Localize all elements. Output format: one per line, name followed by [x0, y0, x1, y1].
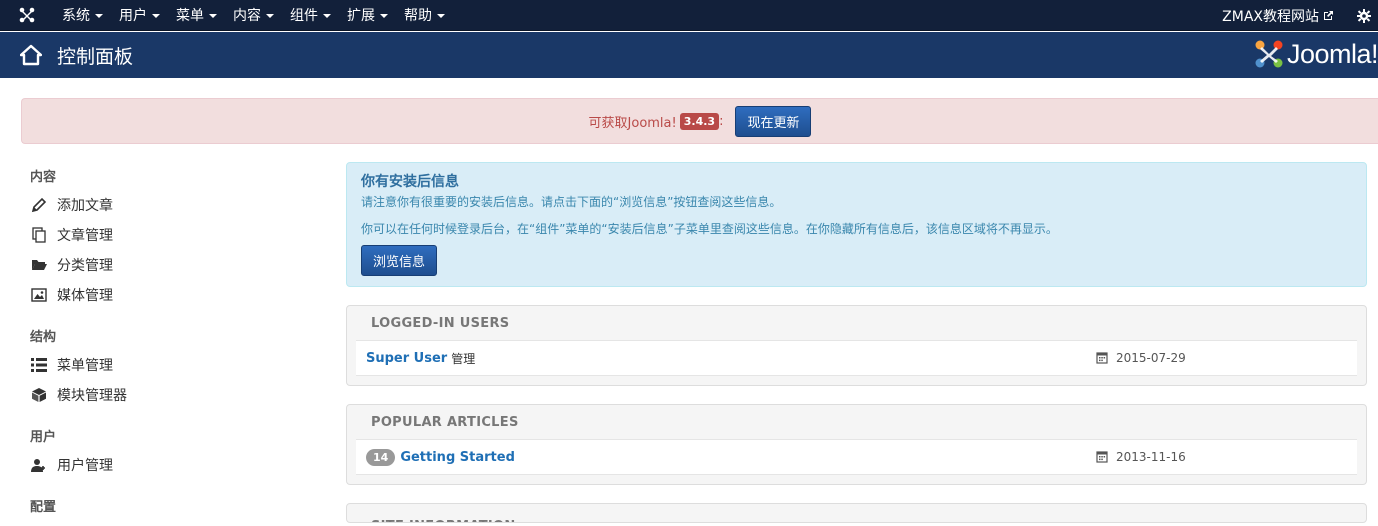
sidebar-item-label: 文章管理: [57, 228, 113, 244]
home-icon: [20, 44, 42, 66]
user-role: 管理: [451, 351, 476, 366]
postinstall-line2: 你可以在任何时候登录后台，在“组件”菜单的“安装后信息”子菜单里查阅这些信息。在…: [361, 222, 1058, 236]
postinstall-message-box: 你有安装后信息 请注意你有很重要的安装后信息。请点击下面的“浏览信息”按钮查阅这…: [346, 162, 1367, 287]
sidebar-item-media[interactable]: 媒体管理: [30, 280, 320, 310]
main-content: 你有安装后信息 请注意你有很重要的安装后信息。请点击下面的“浏览信息”按钮查阅这…: [346, 162, 1367, 523]
sidebar-item-label: 媒体管理: [57, 288, 113, 304]
hits-badge: 14: [366, 448, 396, 466]
postinstall-line1: 请注意你有很重要的安装后信息。请点击下面的“浏览信息”按钮查阅这些信息。: [361, 195, 782, 209]
user-name-link[interactable]: Super User: [366, 351, 447, 366]
caret-down-icon: [380, 14, 388, 18]
sidebar-item-label: 添加文章: [57, 198, 113, 214]
caret-down-icon: [152, 14, 160, 18]
menu-label: 内容: [233, 8, 261, 24]
sidebar-item-menus[interactable]: 菜单管理: [30, 350, 320, 380]
module-heading: SITE INFORMATION: [356, 504, 1357, 522]
brand-text: Joomla!: [1286, 38, 1378, 69]
postinstall-title: 你有安装后信息: [361, 174, 459, 190]
menu-help[interactable]: 帮助: [396, 0, 453, 31]
site-link-label: ZMAX教程网站: [1222, 8, 1319, 25]
date-cell: 2013-11-16: [1096, 450, 1186, 464]
sidebar-item-label: 用户管理: [57, 458, 113, 474]
menu-label: 帮助: [404, 8, 432, 24]
joomla-logo-icon[interactable]: [0, 0, 54, 31]
view-site-link[interactable]: ZMAX教程网站: [1222, 6, 1334, 26]
list-item: Super User 管理 2015-07-29: [356, 341, 1357, 376]
logged-in-users-module: LOGGED-IN USERS Super User 管理 2015-07-29: [346, 305, 1367, 386]
sidebar-heading-content: 内容: [30, 169, 57, 185]
menu-extensions[interactable]: 扩展: [339, 0, 396, 31]
menu-content[interactable]: 内容: [225, 0, 282, 31]
menu-users[interactable]: 用户: [111, 0, 168, 31]
popular-articles-module: POPULAR ARTICLES 14 Getting Started 2013…: [346, 404, 1367, 485]
article-title-link[interactable]: Getting Started: [400, 450, 515, 465]
page-title: 控制面板: [57, 45, 134, 68]
caret-down-icon: [266, 14, 274, 18]
list-icon: [30, 356, 48, 374]
menu-label: 组件: [290, 8, 318, 24]
menu-label: 扩展: [347, 8, 375, 24]
joomla-brand-icon: [1255, 40, 1283, 68]
sidebar-heading-structure: 结构: [30, 329, 57, 345]
sidebar-item-add-article[interactable]: 添加文章: [30, 190, 320, 220]
stack-icon: [30, 226, 48, 244]
menu-label: 菜单: [176, 8, 204, 24]
list-item: 14 Getting Started 2013-11-16: [356, 440, 1357, 475]
top-navbar: 系统 用户 菜单 内容 组件 扩展 帮助 ZMAX教程网站: [0, 0, 1378, 31]
joomla-brand: Joomla!: [1254, 34, 1378, 74]
gear-icon[interactable]: [1356, 8, 1372, 24]
menu-system[interactable]: 系统: [54, 0, 111, 31]
update-now-button[interactable]: 现在更新: [735, 105, 812, 137]
date-cell: 2015-07-29: [1096, 351, 1186, 365]
review-messages-button[interactable]: 浏览信息: [361, 245, 438, 276]
update-colon: :: [719, 113, 724, 129]
pencil-icon: [30, 196, 48, 214]
menu-label: 系统: [62, 8, 90, 24]
image-icon: [30, 286, 48, 304]
menu-menus[interactable]: 菜单: [168, 0, 225, 31]
module-heading: POPULAR ARTICLES: [356, 405, 1357, 440]
sidebar-item-label: 模块管理器: [57, 388, 127, 404]
caret-down-icon: [437, 14, 445, 18]
topnav-right: ZMAX教程网站: [1222, 0, 1378, 31]
sidebar-heading-config: 配置: [30, 499, 57, 515]
external-link-icon: [1324, 11, 1333, 20]
date-text: 2013-11-16: [1116, 450, 1186, 464]
caret-down-icon: [209, 14, 217, 18]
sidebar-item-users[interactable]: 用户管理: [30, 450, 320, 480]
version-badge: 3.4.3: [679, 112, 720, 130]
sidebar-item-modules[interactable]: 模块管理器: [30, 380, 320, 410]
page-header: 控制面板 Joomla!: [0, 32, 1378, 78]
menu-components[interactable]: 组件: [282, 0, 339, 31]
update-message: 可获取Joomla!: [588, 115, 677, 131]
sidebar-item-label: 分类管理: [57, 258, 113, 274]
update-alert: 可获取Joomla! 3.4.3 : 现在更新: [21, 98, 1378, 144]
calendar-icon: [1096, 451, 1108, 463]
main-menu: 系统 用户 菜单 内容 组件 扩展 帮助: [54, 0, 453, 31]
sidebar-item-categories[interactable]: 分类管理: [30, 250, 320, 280]
caret-down-icon: [95, 14, 103, 18]
sidebar-item-articles[interactable]: 文章管理: [30, 220, 320, 250]
site-information-module: SITE INFORMATION: [346, 503, 1367, 523]
users-icon: [30, 456, 48, 474]
sidebar-heading-users: 用户: [30, 429, 57, 445]
sidebar: 内容 添加文章 文章管理 分类管理 媒体管理 结构 菜单管理 模块管理器 用户 …: [30, 160, 320, 520]
module-heading: LOGGED-IN USERS: [356, 306, 1357, 341]
cube-icon: [30, 386, 48, 404]
menu-label: 用户: [119, 8, 147, 24]
folder-icon: [30, 256, 48, 274]
calendar-icon: [1096, 352, 1108, 364]
date-text: 2015-07-29: [1116, 351, 1186, 365]
sidebar-item-label: 菜单管理: [57, 358, 113, 374]
caret-down-icon: [323, 14, 331, 18]
